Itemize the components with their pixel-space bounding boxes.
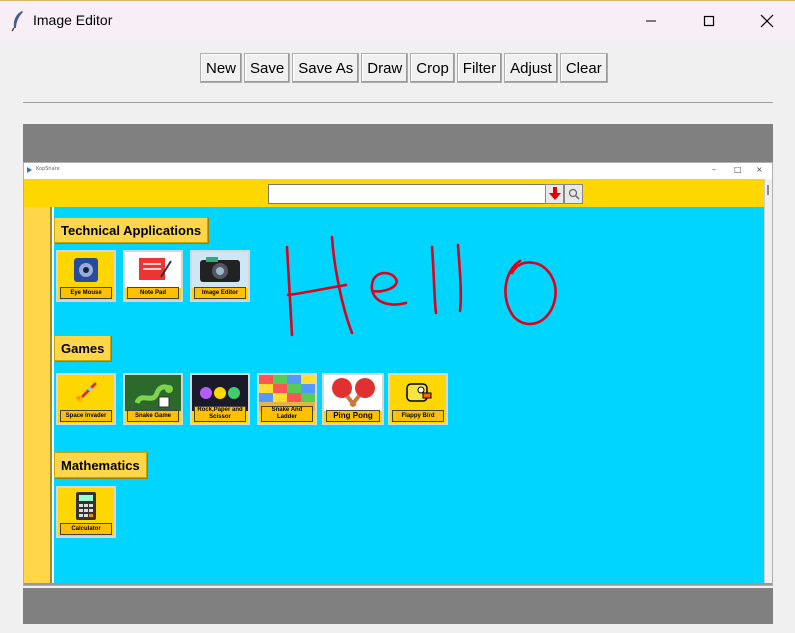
image-canvas[interactable]: KopShare – □ × Technical Applications Ga… [23, 162, 773, 586]
side-panel [24, 207, 52, 583]
search-bar [24, 179, 764, 207]
maximize-icon [703, 15, 715, 27]
canvas-bottom-border [23, 588, 773, 624]
scroll-thumb[interactable] [767, 185, 769, 195]
new-button[interactable]: New [200, 53, 243, 83]
magnifier-icon [568, 188, 580, 200]
inner-bottom-edge [24, 583, 772, 585]
crop-button[interactable]: Crop [410, 53, 455, 83]
app-mini-icon [27, 167, 32, 173]
save-as-button[interactable]: Save As [292, 53, 360, 83]
adjust-button[interactable]: Adjust [504, 53, 558, 83]
clear-button[interactable]: Clear [559, 53, 608, 83]
feather-icon [11, 11, 23, 32]
inner-title-bar: KopShare – □ × [24, 163, 772, 179]
launcher-area: Technical Applications Games Mathematics… [54, 207, 764, 583]
inner-close-icon: × [756, 165, 763, 174]
save-button[interactable]: Save [244, 53, 291, 83]
minimize-button[interactable] [622, 1, 680, 41]
maximize-button[interactable] [680, 1, 738, 41]
arrow-down-icon [548, 187, 561, 200]
inner-window-title: KopShare [36, 166, 60, 172]
search-button[interactable] [564, 184, 583, 204]
minimize-icon [646, 20, 656, 22]
toolbar-separator [23, 102, 773, 103]
download-button[interactable] [545, 184, 564, 204]
toolbar: New Save Save As Draw Crop Filter Adjust… [200, 53, 608, 83]
close-button[interactable] [738, 1, 795, 41]
inner-minimize-icon: – [712, 165, 716, 174]
canvas-top-border [23, 124, 773, 162]
close-icon [760, 14, 774, 28]
window-title: Image Editor [33, 12, 113, 28]
search-input[interactable] [268, 184, 546, 204]
title-bar: Image Editor [0, 0, 795, 40]
draw-button[interactable]: Draw [361, 53, 409, 83]
vertical-scrollbar[interactable] [764, 179, 772, 583]
filter-button[interactable]: Filter [456, 53, 503, 83]
freehand-drawing [285, 235, 557, 337]
inner-maximize-icon: □ [734, 165, 742, 174]
